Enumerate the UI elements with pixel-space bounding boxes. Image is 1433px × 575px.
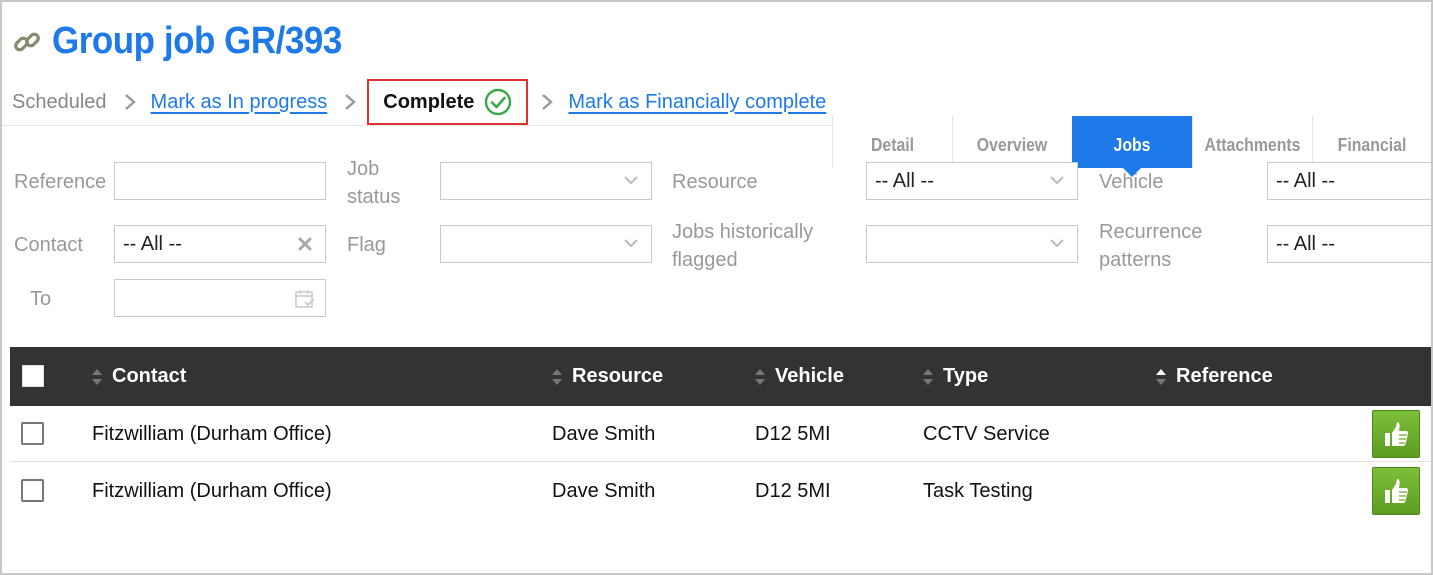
table-row[interactable]: Fitzwilliam (Durham Office) Dave Smith D… — [10, 406, 1431, 462]
chevron-down-icon — [1050, 239, 1064, 248]
historic-flag-label-line1: Jobs historically — [672, 221, 814, 243]
calendar-icon[interactable] — [293, 287, 317, 311]
tab-label: Jobs — [1113, 135, 1151, 155]
contact-select[interactable]: -- All -- — [114, 225, 326, 263]
flag-select[interactable] — [440, 225, 652, 263]
column-label: Resource — [572, 365, 664, 387]
column-label: Type — [943, 365, 989, 387]
tab-label: Financial — [1338, 135, 1407, 155]
tab-jobs[interactable]: Jobs — [1072, 116, 1192, 177]
status-steps: Scheduled Mark as In progress Complete M… — [12, 79, 826, 125]
cell-contact: Fitzwilliam (Durham Office) — [92, 479, 332, 502]
vehicle-value: -- All -- — [1276, 169, 1335, 192]
chevron-down-icon — [1050, 176, 1064, 185]
chevron-down-icon — [624, 176, 638, 185]
job-status-label: Job status — [347, 155, 400, 211]
chevron-right-icon — [542, 94, 554, 110]
table-row[interactable]: Fitzwilliam (Durham Office) Dave Smith D… — [10, 463, 1431, 519]
column-header-resource[interactable]: Resource — [550, 347, 663, 406]
tab-bar: Detail Overview Jobs Attachments Financi… — [832, 116, 1431, 177]
step-complete-label: Complete — [383, 90, 475, 113]
contact-label: Contact — [14, 234, 83, 256]
job-status-label-line1: Job — [347, 158, 380, 180]
tab-attachments[interactable]: Attachments — [1192, 116, 1312, 168]
resource-label: Resource — [672, 171, 758, 193]
page-frame: Group job GR/393 Scheduled Mark as In pr… — [0, 0, 1433, 575]
job-status-label-line2: status — [347, 186, 401, 208]
mark-financially-complete-link[interactable]: Mark as Financially complete — [568, 91, 826, 114]
resource-select[interactable]: -- All -- — [866, 162, 1078, 200]
chevron-down-icon — [624, 239, 638, 248]
column-header-reference[interactable]: Reference — [1154, 347, 1273, 406]
page-header: Group job GR/393 — [12, 20, 367, 63]
sort-icon — [755, 368, 765, 385]
reference-label: Reference — [14, 171, 107, 193]
row-checkbox[interactable] — [21, 422, 44, 445]
row-checkbox[interactable] — [21, 479, 44, 502]
thumbs-up-icon — [1385, 479, 1409, 503]
flag-label: Flag — [347, 234, 386, 256]
tab-detail[interactable]: Detail — [832, 116, 952, 168]
tab-financial[interactable]: Financial — [1312, 116, 1431, 168]
mark-in-progress-link[interactable]: Mark as In progress — [151, 91, 328, 114]
contact-value: -- All -- — [123, 232, 182, 255]
column-header-vehicle[interactable]: Vehicle — [753, 347, 844, 406]
check-circle-icon — [485, 88, 512, 116]
reference-input[interactable] — [114, 162, 326, 200]
clear-icon[interactable] — [297, 236, 313, 252]
cell-type: Task Testing — [923, 479, 1033, 502]
step-scheduled: Scheduled — [12, 90, 107, 113]
to-date-label: To — [30, 288, 52, 310]
select-all-checkbox[interactable] — [22, 365, 44, 387]
column-label: Vehicle — [775, 365, 844, 387]
cell-resource: Dave Smith — [552, 479, 656, 502]
cell-vehicle: D12 5MI — [755, 479, 831, 502]
recurrence-label: Recurrence patterns — [1099, 218, 1202, 274]
sort-icon — [923, 368, 933, 385]
recurrence-value: -- All -- — [1276, 232, 1335, 255]
historic-flag-label-line2: flagged — [672, 249, 738, 271]
thumbs-up-icon — [1385, 422, 1409, 446]
tab-overview[interactable]: Overview — [952, 116, 1072, 168]
historic-flag-label: Jobs historically flagged — [672, 218, 813, 274]
link-icon — [14, 32, 40, 51]
vehicle-select[interactable]: -- All -- — [1267, 162, 1431, 200]
step-complete: Complete — [367, 79, 529, 125]
recurrence-select[interactable]: -- All -- — [1267, 225, 1431, 263]
column-header-contact[interactable]: Contact — [90, 347, 186, 406]
tab-label: Attachments — [1204, 135, 1301, 155]
cell-resource: Dave Smith — [552, 422, 656, 445]
sort-icon — [552, 368, 562, 385]
tab-label: Overview — [977, 135, 1048, 155]
page-title: Group job GR/393 — [52, 20, 342, 62]
historic-flag-select[interactable] — [866, 225, 1078, 263]
to-date-input[interactable] — [114, 279, 326, 317]
sort-ascending-icon — [1156, 368, 1166, 385]
approve-button[interactable] — [1372, 410, 1420, 458]
column-label: Contact — [112, 365, 187, 387]
tab-label: Detail — [870, 135, 915, 155]
approve-button[interactable] — [1372, 467, 1420, 515]
column-label: Reference — [1176, 365, 1273, 387]
table-header: Contact Resource Vehicle Type Reference — [10, 347, 1431, 406]
job-status-select[interactable] — [440, 162, 652, 200]
recurrence-label-line1: Recurrence — [1099, 221, 1203, 243]
chevron-right-icon — [124, 94, 136, 110]
resource-value: -- All -- — [875, 169, 934, 192]
recurrence-label-line2: patterns — [1099, 249, 1172, 271]
chevron-right-icon — [345, 94, 357, 110]
sort-icon — [92, 368, 102, 385]
cell-type: CCTV Service — [923, 422, 1050, 445]
vehicle-label: Vehicle — [1099, 171, 1164, 193]
cell-contact: Fitzwilliam (Durham Office) — [92, 422, 332, 445]
column-header-type[interactable]: Type — [921, 347, 988, 406]
cell-vehicle: D12 5MI — [755, 422, 831, 445]
header-divider — [2, 125, 832, 126]
